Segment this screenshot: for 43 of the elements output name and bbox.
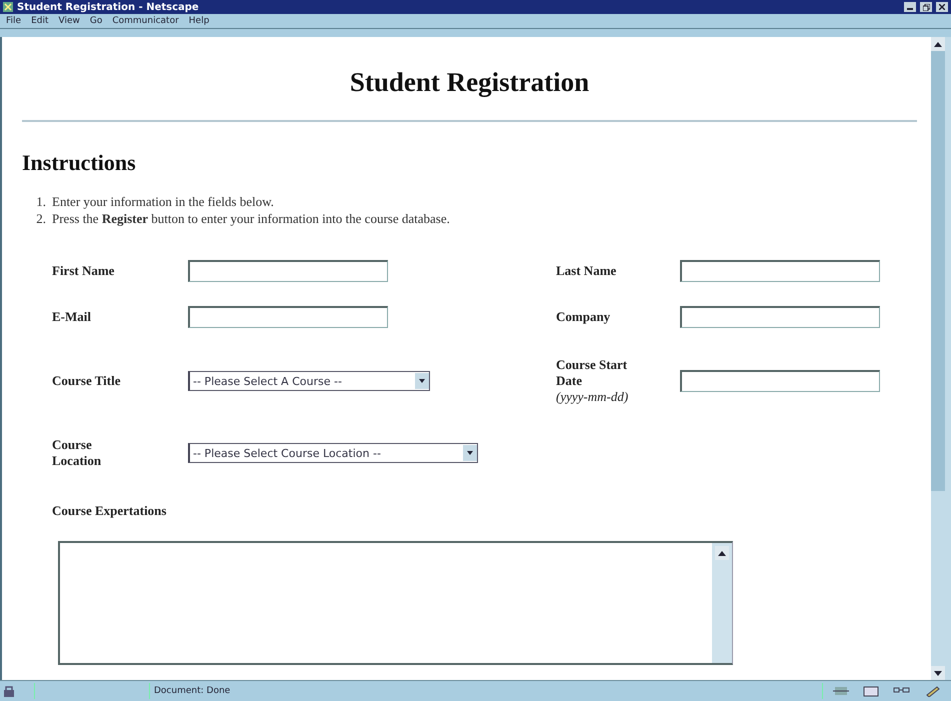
field-label: E-Mail xyxy=(52,309,92,325)
field-label: Course Title xyxy=(52,373,122,389)
text-field[interactable] xyxy=(188,306,388,328)
field-label: Last Name xyxy=(556,263,618,279)
app-icon xyxy=(3,2,13,12)
list-number: 2. xyxy=(35,211,46,227)
restore-icon xyxy=(922,4,930,10)
menu-item[interactable]: View xyxy=(58,16,80,26)
field-label: Course Location xyxy=(52,437,102,469)
scroll-up-button[interactable] xyxy=(715,546,729,560)
menu-item[interactable]: Edit xyxy=(31,16,48,26)
menu-item[interactable]: Communicator xyxy=(112,16,179,26)
text-field[interactable] xyxy=(680,306,880,328)
up-arrow-icon xyxy=(934,42,942,46)
text-field[interactable] xyxy=(680,260,880,282)
window-title: Student Registration - Netscape xyxy=(17,2,200,12)
text-field[interactable] xyxy=(680,370,880,392)
date-format-hint: (yyyy-mm-dd) xyxy=(556,389,630,405)
instruction-text: Enter your information in the fields below. xyxy=(52,194,274,210)
edit-icon xyxy=(925,685,941,697)
dropdown[interactable]: -- Please Select A Course -- xyxy=(188,371,430,391)
menu-item[interactable]: File xyxy=(6,16,22,26)
field-label: Course Expertations xyxy=(52,503,168,519)
menu-item[interactable]: Help xyxy=(188,16,210,26)
section-heading: Instructions xyxy=(22,150,137,176)
text-area[interactable] xyxy=(58,541,733,665)
text-field[interactable] xyxy=(188,260,388,282)
close-icon xyxy=(939,4,945,10)
field-label: Company xyxy=(556,309,612,325)
menu-item[interactable]: Go xyxy=(90,16,102,26)
list-number: 1. xyxy=(35,194,46,210)
field-label: First Name xyxy=(52,263,116,279)
dropdown[interactable]: -- Please Select Course Location -- xyxy=(188,443,478,463)
down-arrow-icon xyxy=(934,670,942,676)
instruction-text: Press the Register button to enter your information into the course database. xyxy=(52,211,450,227)
page-heading: Student Registration xyxy=(348,67,590,98)
mail-icon xyxy=(863,685,879,697)
field-label: Course Start Date xyxy=(556,357,628,389)
up-arrow-icon xyxy=(718,550,726,556)
minimize-button[interactable] xyxy=(904,2,916,12)
close-button[interactable] xyxy=(936,2,948,12)
status-text: Document: Done xyxy=(154,686,230,696)
maximize-button[interactable] xyxy=(920,2,932,12)
